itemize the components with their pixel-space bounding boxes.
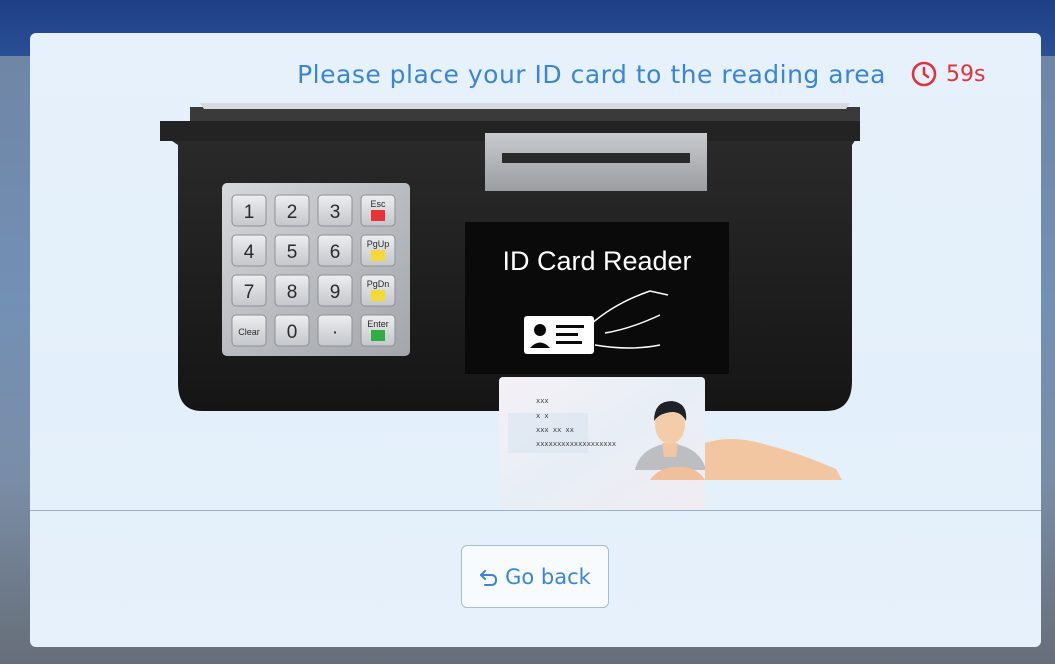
keypad-key-label: 1	[244, 202, 255, 223]
keypad-key-label: PgUp	[367, 239, 390, 249]
keypad-key-label: 9	[330, 282, 341, 303]
card-line: x x	[536, 412, 549, 420]
timer-value: 59s	[946, 61, 986, 87]
keypad-key-label: 3	[330, 202, 341, 223]
go-back-label: Go back	[505, 564, 591, 589]
keypad-key-label: 0	[287, 322, 298, 343]
keypad-key-color-mark	[371, 210, 385, 221]
card-line: xxx	[536, 397, 549, 405]
device-top-lip	[190, 107, 860, 121]
card-line: xxxxxxxxxxxxxxxxxxx	[536, 440, 616, 448]
hand	[705, 439, 842, 480]
keypad-key-label: 5	[287, 242, 298, 263]
keypad-key-label: 7	[244, 282, 255, 303]
id-card-modal: 1 2 3 Esc 4 5 6 PgUp 7 8 9 PgDn Clear 0 · Enter ID Card…	[30, 33, 1041, 647]
go-back-button[interactable]: Go back	[461, 545, 609, 608]
keypad-key-label: Esc	[370, 199, 386, 209]
keypad-key-label: 8	[287, 282, 298, 303]
keypad-key-label: Enter	[367, 319, 389, 329]
reader-screen	[465, 222, 729, 374]
keypad-key-label: ·	[332, 322, 338, 343]
countdown-timer: 59s	[910, 56, 985, 92]
undo-arrow-icon	[480, 569, 498, 586]
keypad-key-color-mark	[371, 330, 385, 341]
instruction-text: Please place your ID card to the reading…	[297, 60, 886, 89]
card-line: xxx xx xx	[536, 426, 574, 434]
id-card-reader-illustration: 1 2 3 Esc 4 5 6 PgUp 7 8 9 PgDn Clear 0 · Enter ID Card…	[160, 103, 860, 510]
divider	[30, 510, 1041, 511]
keypad-key-label: PgDn	[367, 279, 390, 289]
keypad-key-label: Clear	[238, 327, 260, 337]
screen-title: ID Card Reader	[502, 246, 691, 276]
keypad-key-color-mark	[371, 290, 385, 301]
keypad-key-label: 4	[244, 242, 255, 263]
keypad-key-label: 6	[330, 242, 341, 263]
keypad-key-label: 2	[287, 202, 298, 223]
clock-icon	[911, 61, 937, 87]
keypad-key-color-mark	[371, 250, 385, 261]
